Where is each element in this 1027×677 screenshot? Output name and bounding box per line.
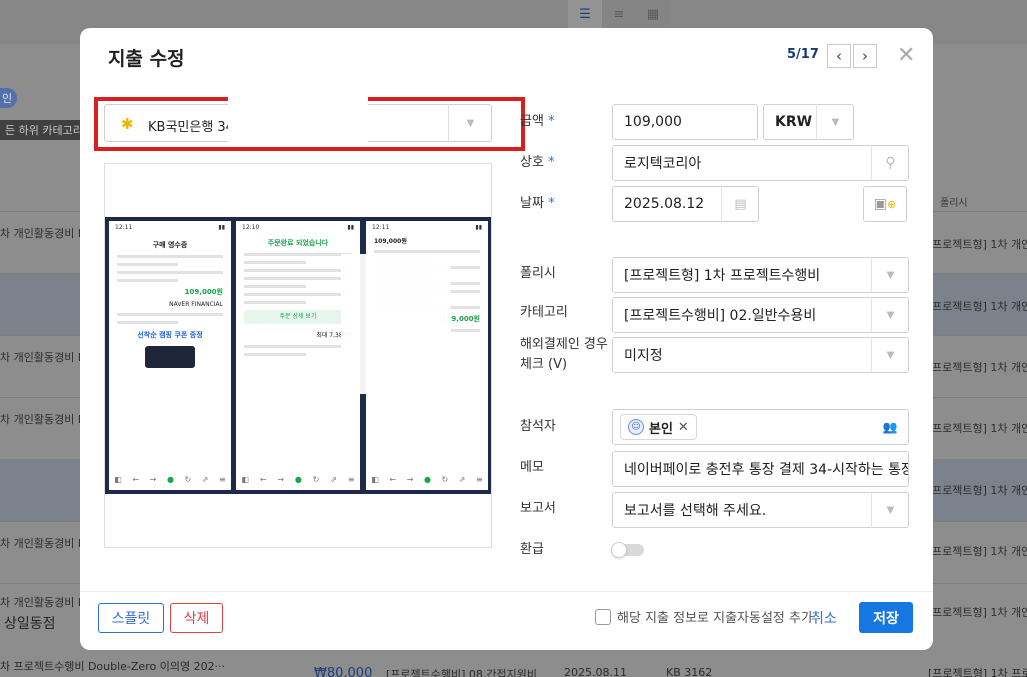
pager-current: 5: [787, 47, 797, 62]
bg-row-policy: 프로젝트형] 1차 개인활: [932, 545, 1027, 558]
add-date-button[interactable]: ▣⊕: [863, 186, 907, 222]
bg-subcategory-tag: 든 하위 카테고리: [0, 120, 88, 140]
pager-indicator: 5/17: [787, 47, 819, 62]
chevron-down-icon[interactable]: ▼: [448, 104, 492, 142]
bg-bottom-policy: [프로젝트형] 1차 프로젝: [928, 667, 1027, 677]
bg-row-policy: 프로젝트형] 1차 개인활: [932, 606, 1027, 619]
bg-row-project: 차 개인활동경비 D: [0, 596, 80, 609]
memo-input[interactable]: 네이버페이로 충전후 통장 결제 34-시작하는 통장: [612, 451, 909, 487]
split-button[interactable]: 스플릿: [98, 603, 164, 633]
chevron-down-icon[interactable]: ▼: [871, 492, 909, 528]
footer-divider: [80, 591, 933, 592]
overseas-label: 해외결제인 경우 체크 (V): [520, 337, 608, 372]
currency-value: KRW: [775, 114, 813, 130]
screen-button: 주문 상세 보기: [244, 310, 352, 324]
bg-column-header: 폴리시: [940, 198, 968, 209]
screen-time: 12:10: [242, 224, 260, 231]
close-icon: ✕: [897, 43, 916, 68]
auto-setting-label: 해당 지출 정보로 지출자동설정 추가: [617, 611, 813, 626]
bg-row-project: 차 개인활동경비 D: [0, 537, 80, 550]
chevron-down-icon[interactable]: ▼: [816, 104, 854, 140]
attendee-chip[interactable]: ☺ 본인 ✕: [620, 414, 697, 440]
category-label: 카테고리: [520, 305, 568, 320]
expense-edit-modal: 지출 수정 5/17 ‹ › ✕ ✱ KB국민은행 344 ▼ 12:11 ▮▮ …: [80, 28, 933, 650]
chevron-left-icon: ‹: [836, 47, 842, 65]
bg-bottom-category: [프로젝트수행비] 08.간접지원비: [386, 668, 538, 677]
bg-row-policy: 프로젝트형] 1차 개인활: [932, 484, 1027, 497]
screen-title: 구매 영수증: [152, 241, 188, 249]
bg-bottom-row: 차 프로젝트수행비 Double-Zero 이의영 202··· ₩80,000…: [0, 655, 1027, 677]
bg-row-policy: 프로젝트형] 1차 개인활: [932, 238, 1027, 251]
prev-button[interactable]: ‹: [827, 44, 851, 68]
add-attendee-icon[interactable]: 👥: [871, 409, 909, 445]
merchant-label: 상호 *: [520, 155, 555, 170]
chevron-down-icon[interactable]: ▼: [871, 297, 909, 333]
screen-title: 109,000원: [374, 238, 407, 245]
calendar-add-icon: ▣⊕: [873, 196, 897, 212]
category-select[interactable]: [프로젝트수행비] 02.일반수용비: [612, 297, 909, 333]
date-label: 날짜 *: [520, 196, 555, 211]
report-label: 보고서: [520, 501, 556, 516]
chevron-down-icon[interactable]: ▼: [871, 257, 909, 293]
refund-label: 환급: [520, 542, 544, 557]
map-pin-icon[interactable]: ⚲: [871, 145, 909, 181]
screen-time: 12:11: [115, 224, 133, 231]
redaction-mask: [228, 95, 368, 151]
report-select[interactable]: 보고서를 선택해 주세요.: [612, 492, 909, 528]
bg-bottom-date: 2025.08.11: [564, 666, 627, 677]
save-button[interactable]: 저장: [859, 602, 913, 633]
attendee-label: 참석자: [520, 419, 556, 434]
view-toggle-group: ☰ ≡ ▦: [568, 0, 670, 28]
bg-bottom-card: KB 3162: [666, 666, 713, 677]
memo-label: 메모: [520, 460, 544, 475]
bg-row-policy: 프로젝트형] 1차 개인활: [932, 300, 1027, 313]
grid-view-icon[interactable]: ▦: [636, 0, 670, 28]
bg-store-name: 상일동점: [4, 616, 56, 632]
screen-promo: 선착순 캠핑 쿠폰 증정: [137, 331, 203, 339]
bg-row-policy: 프로젝트형] 1차 개인활: [932, 361, 1027, 374]
screen-sub: NAVER FINANCIAL: [169, 301, 223, 308]
delete-button[interactable]: 삭제: [170, 603, 223, 633]
bg-bottom-project: 차 프로젝트수행비 Double-Zero 이의영 202···: [0, 660, 226, 673]
next-button[interactable]: ›: [853, 44, 877, 68]
bg-row-project: 차 개인활동경비 D: [0, 227, 80, 240]
close-button[interactable]: ✕: [897, 45, 915, 67]
amount-input[interactable]: 109,000: [612, 104, 758, 140]
screen-points: 최대 7,385원: [316, 332, 352, 339]
auto-setting-checkbox[interactable]: 해당 지출 정보로 지출자동설정 추가: [595, 607, 813, 626]
overseas-select[interactable]: 미지정: [612, 337, 909, 373]
receipt-image[interactable]: 12:11 ▮▮ 구매 영수증 109,000원 NAVER FINANCIAL …: [104, 163, 492, 548]
bg-row-project: 차 개인활동경비 D: [0, 413, 80, 426]
redaction-mask: [341, 254, 451, 394]
checkbox-icon[interactable]: [595, 608, 611, 625]
receipt-screen: 12:11 ▮▮ 구매 영수증 109,000원 NAVER FINANCIAL …: [109, 221, 231, 490]
kb-star-icon: ✱: [121, 115, 134, 133]
modal-title: 지출 수정: [108, 48, 185, 70]
bg-row-project: 차 개인활동경비 D: [0, 351, 80, 364]
screen-title: 주문완료 되었습니다: [267, 239, 329, 247]
merchant-input[interactable]: 로지텍코리아: [612, 145, 909, 181]
refund-toggle[interactable]: [611, 542, 644, 558]
amount-label: 금액 *: [520, 114, 555, 129]
redaction-mask: [228, 93, 368, 103]
attendee-chip-label: 본인: [649, 421, 673, 437]
chevron-right-icon: ›: [862, 47, 868, 65]
chevron-down-icon[interactable]: ▼: [871, 337, 909, 373]
bg-bottom-amount: ₩80,000: [314, 666, 373, 677]
remove-icon[interactable]: ✕: [678, 420, 689, 435]
user-icon: ☺: [628, 419, 644, 435]
screen-amount: 109,000원: [184, 288, 223, 296]
list-view-icon[interactable]: ☰: [568, 0, 602, 28]
screen-time: 12:11: [372, 224, 390, 231]
bg-row-policy: 프로젝트형] 1차 개인활: [932, 422, 1027, 435]
calendar-icon[interactable]: ▤: [721, 186, 759, 222]
cancel-button[interactable]: 취소: [811, 608, 837, 628]
attendee-input[interactable]: ☺ 본인 ✕: [612, 409, 909, 445]
policy-label: 폴리시: [520, 266, 556, 281]
compact-view-icon[interactable]: ≡: [602, 0, 636, 28]
policy-select[interactable]: [프로젝트형] 1차 프로젝트수행비: [612, 257, 909, 293]
pager-total: 17: [800, 47, 819, 62]
